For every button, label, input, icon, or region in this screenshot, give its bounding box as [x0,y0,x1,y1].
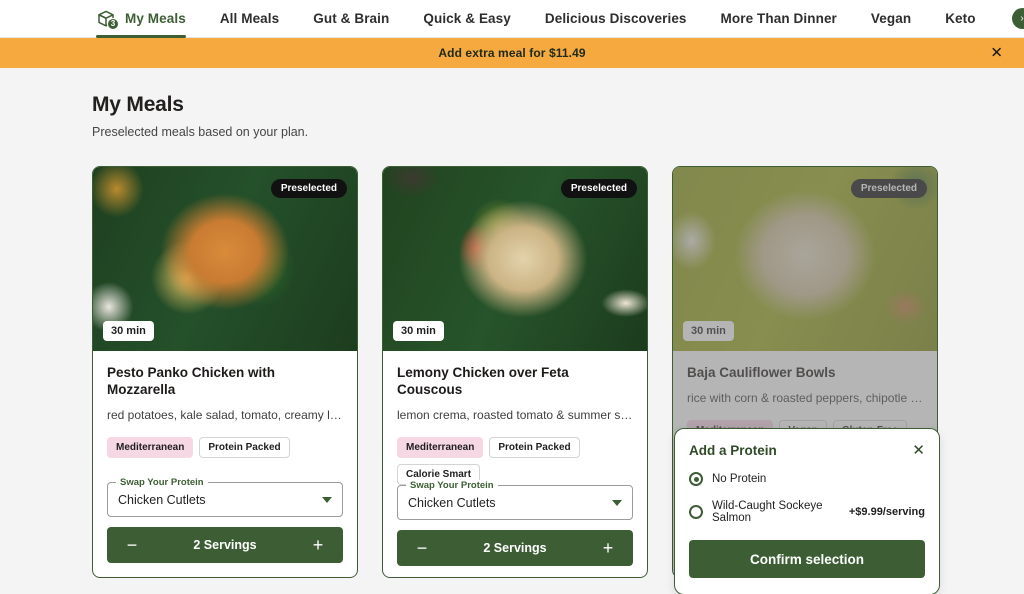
tab-quick-and-easy[interactable]: Quick & Easy [423,0,511,38]
meal-title: Pesto Panko Chicken with Mozzarella [107,365,276,397]
swap-protein-label: Swap Your Protein [116,477,208,488]
tab-delicious-discoveries[interactable]: Delicious Discoveries [545,0,687,38]
popover-header: Add a Protein ✕ [689,443,925,458]
tab-more-than-dinner[interactable]: More Than Dinner [721,0,837,38]
nav-items: 3 My Meals All Meals Gut & Brain Quick &… [96,0,1024,38]
increase-servings-button[interactable]: + [597,539,619,557]
add-protein-popover: Add a Protein ✕ No Protein Wild-Caught S… [674,428,940,594]
close-icon[interactable]: ✕ [990,46,1003,61]
meal-info: Pesto Panko Chicken with Mozzarella red … [93,351,357,482]
confirm-selection-button[interactable]: Confirm selection [689,540,925,578]
meal-description: red potatoes, kale salad, tomato, creamy… [107,407,343,422]
page-heading: My Meals Preselected meals based on your… [92,93,308,139]
tab-gut-and-brain[interactable]: Gut & Brain [313,0,389,38]
radio-icon[interactable] [689,505,703,519]
page-title: My Meals [92,93,184,116]
tab-label: Vegan [870,11,912,26]
chevron-down-icon [322,496,332,503]
preselected-badge: Preselected [560,179,637,198]
protein-option-no-protein[interactable]: No Protein [689,472,925,486]
cook-time-badge: 30 min [103,321,154,341]
tab-all-meals[interactable]: All Meals [220,0,279,38]
popover-title: Add a Protein [689,443,777,458]
preselected-badge: Preselected [270,179,347,198]
meal-tag: Protein Packed [199,437,290,459]
meal-count-badge: 3 [107,17,119,30]
tab-label: All Meals [219,11,280,26]
app-root: 3 My Meals All Meals Gut & Brain Quick &… [0,0,1024,594]
servings-stepper: − 2 Servings + [107,527,343,563]
decrease-servings-button[interactable]: − [411,539,433,557]
tab-label: Gut & Brain [313,11,390,26]
decrease-servings-button[interactable]: − [121,536,143,554]
protein-option-label: Wild-Caught Sockeye Salmon [712,500,823,524]
increase-servings-button[interactable]: + [307,536,329,554]
meal-image: Preselected 30 min [383,167,647,351]
tab-label: Delicious Discoveries [544,11,687,26]
meal-description: lemon crema, roasted tomato & summer squ… [397,407,633,422]
tab-label: Quick & Easy [423,11,511,26]
chevron-down-icon [612,499,622,506]
meal-description: rice with corn & roasted peppers, chipot… [687,390,923,405]
meal-tags: Mediterranean Protein Packed Calorie Sma… [397,437,633,486]
meal-title: Lemony Chicken over Feta Couscous [397,365,569,397]
meal-tag: Mediterranean [397,437,484,459]
swap-protein-value: Chicken Cutlets [118,492,206,507]
meal-info: Lemony Chicken over Feta Couscous lemon … [383,351,647,486]
protein-option-salmon[interactable]: Wild-Caught Sockeye Salmon +$9.99/servin… [689,500,925,524]
meal-title: Baja Cauliflower Bowls [687,365,836,380]
tab-my-meals[interactable]: 3 My Meals [96,0,186,38]
servings-value: 2 Servings [483,541,547,556]
page-subtitle: Preselected meals based on your plan. [92,125,309,139]
category-navbar: 3 My Meals All Meals Gut & Brain Quick &… [0,0,1024,38]
tab-keto[interactable]: Keto [945,0,975,38]
meal-tag: Mediterranean [107,437,194,459]
swap-protein-select[interactable]: Swap Your Protein Chicken Cutlets [107,477,343,517]
protein-option-label: No Protein [712,473,767,485]
preselected-badge: Preselected [850,179,927,198]
radio-icon[interactable] [689,472,703,486]
tab-vegan[interactable]: Vegan [871,0,911,38]
protein-option-price: +$9.99/serving [848,506,925,518]
meal-box-icon: 3 [96,9,119,30]
cook-time-badge: 30 min [683,321,734,341]
tab-label: My Meals [125,11,186,26]
servings-value: 2 Servings [193,538,257,552]
servings-stepper: − 2 Servings + [397,530,633,567]
meal-tag: Protein Packed [489,437,580,459]
meal-tags: Mediterranean Protein Packed [107,437,343,459]
swap-protein-value: Chicken Cutlets [408,495,496,510]
tab-label: Keto [945,11,976,26]
swap-protein-select[interactable]: Swap Your Protein Chicken Cutlets [397,480,633,521]
cook-time-badge: 30 min [393,321,444,341]
meal-image: Preselected 30 min [93,167,357,351]
meal-image: Preselected 30 min [673,167,937,351]
promo-banner: Add extra meal for $11.49 ✕ [0,38,1024,68]
close-icon[interactable]: ✕ [912,443,925,458]
meal-actions: Swap Your Protein Chicken Cutlets − 2 Se… [383,480,647,577]
promo-banner-text: Add extra meal for $11.49 [438,46,586,60]
swap-protein-label: Swap Your Protein [406,480,498,492]
nav-next-arrow-icon[interactable]: › [1011,8,1024,29]
meal-card[interactable]: Preselected 30 min Lemony Chicken over F… [382,166,648,578]
meal-actions: Swap Your Protein Chicken Cutlets − 2 Se… [93,477,357,577]
meal-card[interactable]: Preselected 30 min Pesto Panko Chicken w… [92,166,358,578]
tab-label: More Than Dinner [720,11,837,26]
